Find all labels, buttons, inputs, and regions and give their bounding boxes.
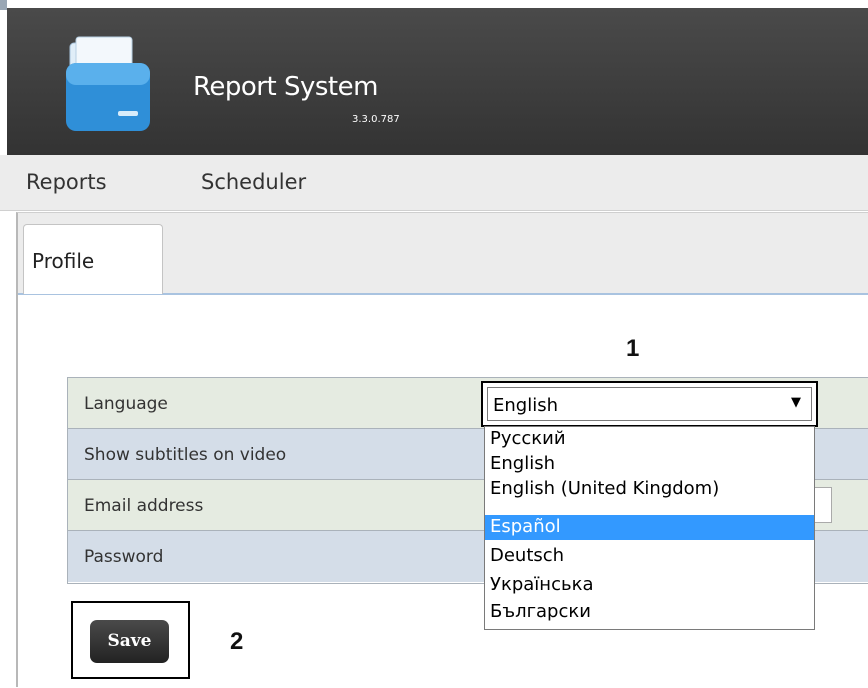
folder-icon: [66, 36, 150, 131]
top-strip-marker: [0, 0, 7, 10]
language-select-highlight: English ▼: [481, 381, 818, 427]
top-strip: [0, 0, 868, 10]
language-option-english[interactable]: English: [485, 452, 814, 477]
annotation-marker-1: 1: [626, 335, 640, 362]
language-label: Language: [84, 394, 168, 414]
language-option-german[interactable]: Deutsch: [485, 544, 814, 569]
language-option-russian[interactable]: Русский: [485, 427, 814, 452]
save-button[interactable]: Save: [90, 620, 169, 663]
language-select-value: English: [493, 395, 558, 416]
app-title: Report System: [193, 72, 378, 102]
show-subtitles-label: Show subtitles on video: [84, 445, 287, 465]
email-address-label: Email address: [84, 496, 204, 516]
language-option-spanish[interactable]: Español: [485, 515, 814, 540]
language-option-ukrainian[interactable]: Українська: [485, 573, 814, 598]
password-label: Password: [84, 547, 164, 567]
language-select[interactable]: English ▼: [487, 387, 812, 421]
nav-item-scheduler[interactable]: Scheduler: [201, 170, 306, 194]
language-dropdown-list: Русский English English (United Kingdom)…: [484, 426, 815, 630]
save-button-highlight: Save: [71, 601, 190, 679]
triangle-down-icon: ▼: [791, 395, 801, 410]
tab-profile[interactable]: Profile: [23, 224, 163, 294]
main-nav: Reports Scheduler: [0, 155, 868, 211]
nav-item-reports[interactable]: Reports: [26, 170, 107, 194]
app-header: Report System 3.3.0.787: [7, 8, 868, 155]
app-version: 3.3.0.787: [352, 114, 400, 125]
language-option-bulgarian[interactable]: Български: [485, 600, 814, 625]
language-option-english-uk[interactable]: English (United Kingdom): [485, 477, 814, 502]
annotation-marker-2: 2: [230, 628, 244, 655]
